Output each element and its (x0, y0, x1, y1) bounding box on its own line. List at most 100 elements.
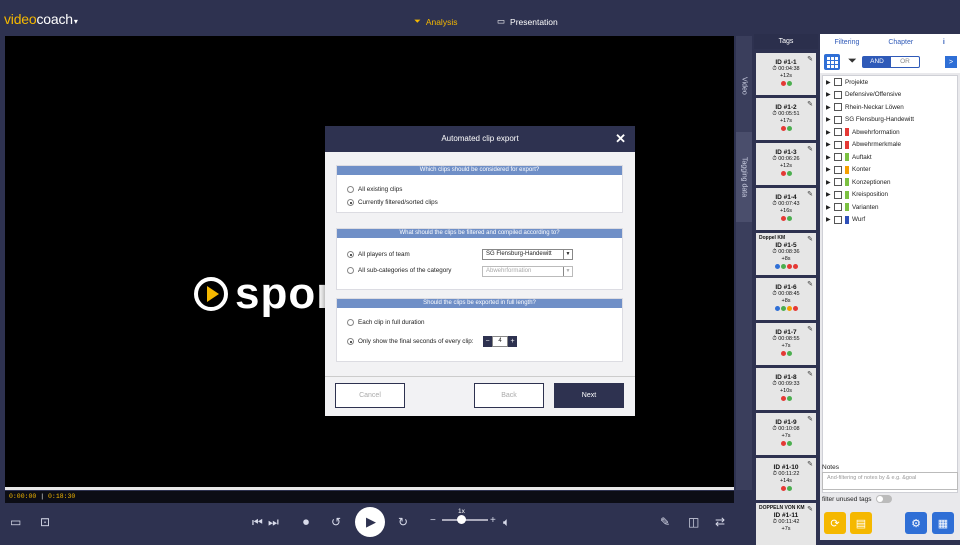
seek-bar[interactable] (5, 487, 734, 490)
category-checkbox[interactable] (834, 215, 842, 224)
edit-icon[interactable]: ✎ (807, 325, 813, 333)
category-checkbox[interactable] (834, 190, 842, 199)
expand-triangle-icon[interactable]: ▶ (826, 204, 834, 211)
side-tab-video[interactable]: Video (736, 66, 752, 106)
side-tab-tagging[interactable]: Tagging data (736, 132, 752, 222)
stop-icon[interactable]: ⏺ (303, 515, 309, 530)
settings-button[interactable]: ⚙ (905, 512, 927, 534)
edit-icon[interactable]: ✎ (807, 190, 813, 198)
category-row[interactable]: ▶ Abwehrmerkmale (823, 139, 957, 152)
speed-minus-icon[interactable]: − (430, 515, 436, 526)
loop-icon[interactable]: ⇄ (715, 515, 725, 529)
category-checkbox[interactable] (834, 128, 842, 137)
expand-triangle-icon[interactable]: ▶ (826, 179, 834, 186)
decrement-button[interactable]: − (483, 336, 492, 347)
speed-slider[interactable] (442, 515, 488, 524)
volume-icon[interactable]: 🔈︎ (503, 515, 510, 530)
edit-icon[interactable]: ✎ (807, 460, 813, 468)
or-option[interactable]: OR (891, 57, 919, 67)
rewind-icon[interactable]: ↺ (331, 515, 341, 529)
next-button[interactable]: Next (554, 383, 624, 408)
category-row[interactable]: ▶ Defensive/Offensive (823, 89, 957, 102)
info-icon[interactable]: i (927, 34, 960, 51)
option-full-duration[interactable]: Each clip in full duration (347, 319, 425, 326)
split-view-icon[interactable]: ◫ (688, 515, 699, 529)
expand-triangle-icon[interactable]: ▶ (826, 191, 834, 198)
and-or-toggle[interactable]: AND OR (862, 56, 920, 68)
category-checkbox[interactable] (834, 78, 842, 87)
back-button[interactable]: Back (474, 383, 544, 408)
layout-button[interactable]: ▦ (932, 512, 954, 534)
expand-triangle-icon[interactable]: ▶ (826, 141, 834, 148)
category-row[interactable]: ▶ Konzeptionen (823, 176, 957, 189)
tag-card[interactable]: ✎ ID #1-8 ⏱ 00:09:33 +10s (756, 368, 816, 410)
category-checkbox[interactable] (834, 178, 842, 187)
tag-card[interactable]: DOPPELN VON KM ✎ ID #1-11 ⏱ 00:11:42 +7s (756, 503, 816, 545)
notes-input[interactable]: And-filtering of notes by & e.g. &goal (822, 472, 958, 490)
radio[interactable] (347, 267, 354, 274)
category-row[interactable]: ▶ Auftakt (823, 151, 957, 164)
step-back-icon[interactable]: ⏮ (252, 515, 263, 530)
edit-icon[interactable]: ✎ (807, 55, 813, 63)
expand-triangle-icon[interactable]: ▶ (826, 129, 834, 136)
category-row[interactable]: ▶ Wurf (823, 214, 957, 227)
screenshot-icon[interactable]: ⊡ (40, 515, 50, 529)
edit-icon[interactable]: ✎ (807, 280, 813, 288)
radio-selected[interactable] (347, 251, 354, 258)
expand-triangle-icon[interactable]: ▶ (826, 104, 834, 111)
radio[interactable] (347, 186, 354, 193)
option-subcategories[interactable]: All sub-categories of the category (347, 267, 451, 274)
clapper-button[interactable]: ▤ (850, 512, 872, 534)
category-row[interactable]: ▶ Kreisposition (823, 189, 957, 202)
option-team-players[interactable]: All players of team (347, 251, 410, 258)
option-final-seconds[interactable]: Only show the final seconds of every cli… (347, 338, 474, 345)
tag-card[interactable]: ✎ ID #1-10 ⏱ 00:11:22 +14s (756, 458, 816, 500)
step-forward-icon[interactable]: ⏭ (268, 515, 279, 530)
tag-card[interactable]: ✎ ID #1-4 ⏱ 00:07:43 +16s (756, 188, 816, 230)
draw-icon[interactable]: ✎ (660, 515, 670, 529)
edit-icon[interactable]: ✎ (807, 415, 813, 423)
play-button[interactable]: ▶ (355, 507, 385, 537)
category-checkbox[interactable] (834, 115, 842, 124)
filter-funnel-icon[interactable]: ⏷ (848, 55, 857, 68)
category-checkbox[interactable] (834, 165, 842, 174)
forward-icon[interactable]: ↻ (398, 515, 408, 529)
airplay-icon[interactable]: ▭ (10, 515, 21, 529)
tag-card[interactable]: ✎ ID #1-3 ⏱ 00:06:26 +12s (756, 143, 816, 185)
tag-card[interactable]: ✎ ID #1-1 ⏱ 00:04:38 +12s (756, 53, 816, 95)
tag-card[interactable]: ✎ ID #1-6 ⏱ 00:08:45 +8s (756, 278, 816, 320)
category-row[interactable]: ▶ Projekte (823, 76, 957, 89)
grid-icon[interactable] (824, 54, 840, 70)
radio-selected[interactable] (347, 338, 354, 345)
edit-icon[interactable]: ✎ (807, 370, 813, 378)
option-filtered-clips[interactable]: Currently filtered/sorted clips (347, 199, 438, 206)
category-row[interactable]: ▶ SG Flensburg-Handewitt (823, 114, 957, 127)
radio-selected[interactable] (347, 199, 354, 206)
app-logo[interactable]: videocoach▾ (4, 11, 78, 27)
tag-card[interactable]: ✎ ID #1-7 ⏱ 00:08:55 +7s (756, 323, 816, 365)
category-row[interactable]: ▶ Konter (823, 164, 957, 177)
seconds-value[interactable]: 4 (492, 336, 508, 347)
and-option[interactable]: AND (863, 57, 891, 67)
category-row[interactable]: ▶ Varianten (823, 201, 957, 214)
expand-triangle-icon[interactable]: ▶ (826, 91, 834, 98)
expand-triangle-icon[interactable]: ▶ (826, 166, 834, 173)
tag-card[interactable]: ✎ ID #1-9 ⏱ 00:10:08 +7s (756, 413, 816, 455)
expand-triangle-icon[interactable]: ▶ (826, 79, 834, 86)
team-select[interactable]: SG Flensburg-Handewitt ▼ (482, 249, 573, 260)
nav-presentation[interactable]: ▭ Presentation (497, 16, 558, 27)
category-checkbox[interactable] (834, 203, 842, 212)
next-arrow-button[interactable]: > (945, 56, 957, 68)
speed-plus-icon[interactable]: + (490, 515, 496, 526)
tag-card[interactable]: Doppel KM ✎ ID #1-5 ⏱ 00:08:36 +8s (756, 233, 816, 275)
tab-chapter[interactable]: Chapter (873, 34, 928, 51)
category-checkbox[interactable] (834, 90, 842, 99)
radio[interactable] (347, 319, 354, 326)
refresh-button[interactable]: ⟳ (824, 512, 846, 534)
edit-icon[interactable]: ✎ (807, 235, 813, 243)
edit-icon[interactable]: ✎ (807, 100, 813, 108)
expand-triangle-icon[interactable]: ▶ (826, 116, 834, 123)
category-checkbox[interactable] (834, 103, 842, 112)
cancel-button[interactable]: Cancel (335, 383, 405, 408)
edit-icon[interactable]: ✎ (807, 505, 813, 513)
